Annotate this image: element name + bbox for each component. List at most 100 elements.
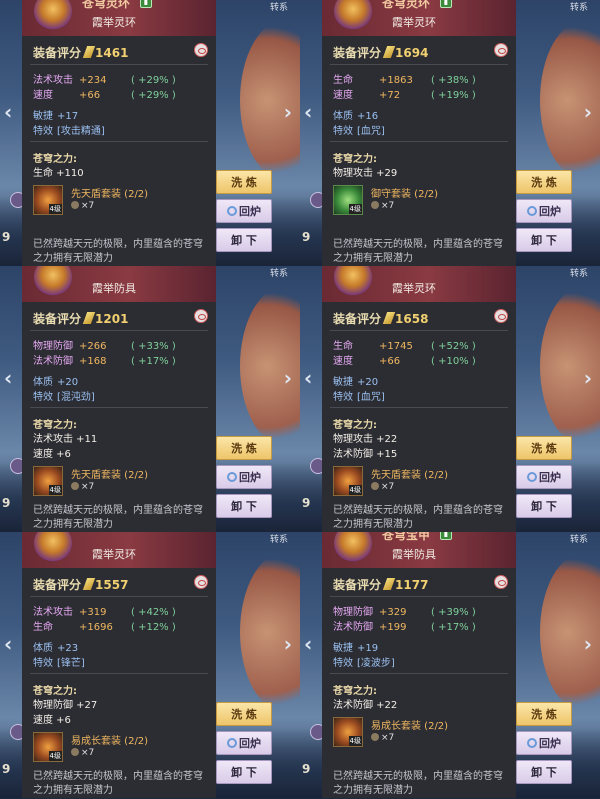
recycle-button[interactable]: 回炉 (516, 465, 572, 489)
recycle-button[interactable]: 回炉 (216, 731, 272, 755)
next-arrow-icon[interactable]: › (284, 100, 292, 124)
tooltip-header: 苍穹灵环 ▮ 霞举灵环 (22, 0, 216, 36)
score-row: 装备评分 1694 (322, 36, 516, 62)
set-count: ×7 (71, 201, 94, 211)
set-icon[interactable]: 4级 (333, 466, 363, 496)
wash-button[interactable]: 洗 炼 (216, 436, 272, 460)
prev-arrow-icon[interactable]: ‹ (4, 632, 12, 656)
action-buttons: 洗 炼回炉卸 下 (516, 436, 572, 523)
set-icon[interactable]: 4级 (333, 717, 363, 747)
next-arrow-icon[interactable]: › (284, 366, 292, 390)
set-icon[interactable]: 4级 (33, 466, 63, 496)
view-eye-icon[interactable] (194, 43, 208, 57)
description-line: 之力拥有无限潜力 (33, 519, 113, 530)
view-eye-icon[interactable] (494, 43, 508, 57)
wash-button[interactable]: 洗 炼 (216, 170, 272, 194)
stat-value: +329 (379, 607, 407, 618)
power-stat: 物理攻击 +29 (333, 168, 398, 179)
wash-button[interactable]: 洗 炼 (516, 702, 572, 726)
set-count-value: ×7 (81, 748, 95, 758)
power-title: 苍穹之力: (333, 686, 377, 697)
extra-value: [锋芒] (57, 658, 85, 669)
set-name: 先天盾套装 (2/2) (71, 189, 149, 200)
view-eye-icon[interactable] (194, 309, 208, 323)
recycle-button[interactable]: 回炉 (216, 465, 272, 489)
coin-icon (371, 733, 379, 741)
wash-button[interactable]: 洗 炼 (516, 436, 572, 460)
power-section: 苍穹之力: 法术攻击 +11 速度 +6 (22, 410, 216, 462)
unequip-button[interactable]: 卸 下 (516, 494, 572, 518)
switch-school-label[interactable]: 转系 (270, 532, 288, 545)
action-buttons: 洗 炼回炉卸 下 (216, 436, 272, 523)
prev-arrow-icon[interactable]: ‹ (304, 632, 312, 656)
description-line: 之力拥有无限潜力 (333, 519, 413, 530)
extra-row: 体质 +20 (33, 375, 205, 390)
extra-value: [攻击精通] (57, 126, 105, 137)
extra-label: 体质 (33, 377, 53, 388)
description-line: 已然跨越天元的极限，内里蕴含的苍穹 (333, 505, 503, 516)
divider (330, 407, 508, 408)
set-icon[interactable]: 4级 (33, 732, 63, 762)
stat-percent: ( +17% ) (131, 356, 176, 367)
base-stats: 物理防御 +329 ( +39% ) 法术防御 +199 ( +17% ) 敏捷 +19 特效 [… (322, 599, 516, 671)
extra-row: 敏捷 +19 (333, 641, 505, 656)
extra-row: 特效 [凌波步] (333, 656, 505, 671)
prev-arrow-icon[interactable]: ‹ (304, 366, 312, 390)
unequip-button[interactable]: 卸 下 (216, 228, 272, 252)
stat-value: +168 (79, 356, 107, 367)
wash-button[interactable]: 洗 炼 (216, 702, 272, 726)
score-row: 装备评分 1177 (322, 568, 516, 594)
recycle-button[interactable]: 回炉 (516, 199, 572, 223)
extra-value: [血咒] (357, 126, 385, 137)
unequip-button[interactable]: 卸 下 (516, 228, 572, 252)
next-arrow-icon[interactable]: › (584, 366, 592, 390)
recycle-icon (227, 738, 237, 748)
power-title: 苍穹之力: (333, 420, 377, 431)
power-title: 苍穹之力: (33, 420, 77, 431)
switch-school-label[interactable]: 转系 (570, 0, 588, 13)
set-icon[interactable]: 4级 (33, 185, 63, 215)
unequip-button[interactable]: 卸 下 (516, 760, 572, 784)
wash-button[interactable]: 洗 炼 (516, 170, 572, 194)
stat-label: 物理防御 (33, 341, 73, 352)
stat-percent: ( +29% ) (131, 75, 176, 86)
switch-school-label[interactable]: 转系 (270, 0, 288, 13)
score-row: 装备评分 1461 (22, 36, 216, 62)
set-count: ×7 (71, 482, 94, 492)
extra-value: [血咒] (357, 392, 385, 403)
unequip-button[interactable]: 卸 下 (216, 494, 272, 518)
set-level: 4级 (348, 204, 362, 214)
view-eye-icon[interactable] (494, 309, 508, 323)
prev-arrow-icon[interactable]: ‹ (4, 366, 12, 390)
unequip-button[interactable]: 卸 下 (216, 760, 272, 784)
item-name: 苍穹灵环 (382, 0, 431, 10)
extra-label: 特效 (33, 126, 53, 137)
next-arrow-icon[interactable]: › (284, 632, 292, 656)
extra-label: 特效 (333, 658, 353, 669)
extra-value: +20 (57, 377, 79, 388)
score-value: 1658 (395, 312, 429, 326)
recycle-label: 回炉 (239, 205, 261, 218)
tooltip-header: 霞举灵环 (322, 266, 516, 302)
set-icon[interactable]: 4级 (333, 185, 363, 215)
extra-value: [凌波步] (357, 658, 395, 669)
switch-school-label[interactable]: 转系 (570, 266, 588, 279)
switch-school-label[interactable]: 转系 (570, 532, 588, 545)
coin-icon (371, 482, 379, 490)
recycle-button[interactable]: 回炉 (516, 731, 572, 755)
view-eye-icon[interactable] (494, 575, 508, 589)
next-arrow-icon[interactable]: › (584, 632, 592, 656)
view-eye-icon[interactable] (194, 575, 208, 589)
description: 已然跨越天元的极限，内里蕴含的苍穹 之力拥有无限潜力 (333, 770, 513, 798)
prev-arrow-icon[interactable]: ‹ (304, 100, 312, 124)
divider (330, 673, 508, 674)
next-arrow-icon[interactable]: › (584, 100, 592, 124)
item-type: 霞举灵环 (92, 16, 136, 29)
switch-school-label[interactable]: 转系 (270, 266, 288, 279)
recycle-button[interactable]: 回炉 (216, 199, 272, 223)
set-row: 4级 御守套装 (2/2) ×7 (333, 185, 516, 221)
extra-value: +17 (57, 111, 79, 122)
recycle-label: 回炉 (239, 737, 261, 750)
stat-value: +199 (379, 622, 407, 633)
prev-arrow-icon[interactable]: ‹ (4, 100, 12, 124)
